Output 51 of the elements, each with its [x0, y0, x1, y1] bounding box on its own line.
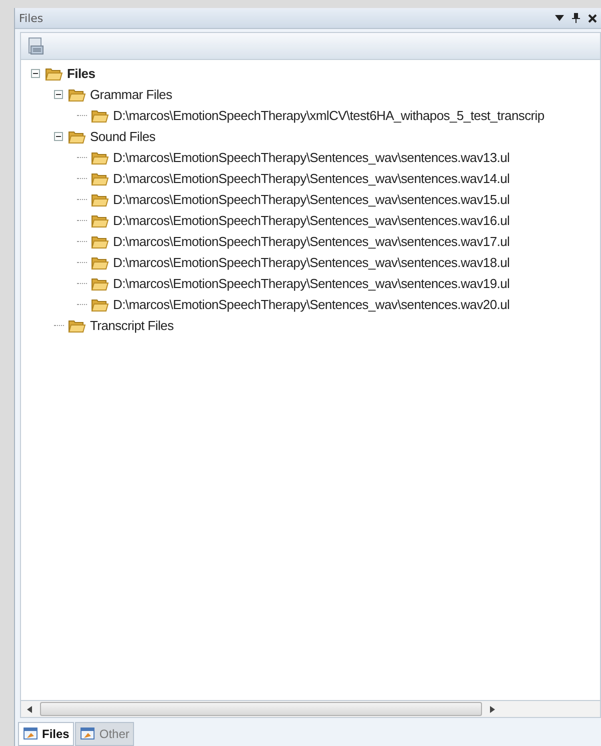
- tree-connector: [77, 241, 87, 242]
- folder-icon: [91, 298, 109, 312]
- tree-connector: [77, 157, 87, 158]
- tree-connector: [54, 325, 64, 326]
- tree-item[interactable]: Sound Files: [90, 129, 156, 144]
- tree-item[interactable]: D:\marcos\EmotionSpeechTherapy\Sentences_wav\sentences.wav18.ul: [113, 255, 510, 270]
- dropdown-icon[interactable]: [555, 15, 564, 21]
- expander-icon[interactable]: [54, 132, 63, 141]
- tree-item[interactable]: D:\marcos\EmotionSpeechTherapy\Sentences_wav\sentences.wav17.ul: [113, 234, 510, 249]
- tree-connector: [77, 115, 87, 116]
- scroll-left-icon[interactable]: [27, 706, 32, 712]
- tree-item[interactable]: Transcript Files: [90, 318, 174, 333]
- scrollbar-thumb[interactable]: [40, 702, 482, 716]
- pin-icon[interactable]: [572, 13, 580, 23]
- tree-connector: [77, 262, 87, 263]
- tree-item[interactable]: D:\marcos\EmotionSpeechTherapy\Sentences_wav\sentences.wav19.ul: [113, 276, 510, 291]
- folder-icon: [91, 256, 109, 270]
- window-icon: [23, 727, 39, 741]
- folder-icon: [45, 66, 63, 80]
- expander-icon[interactable]: [31, 69, 40, 78]
- folder-icon: [68, 318, 86, 332]
- folder-icon: [68, 88, 86, 102]
- tree-item[interactable]: Grammar Files: [90, 87, 172, 102]
- folder-icon: [91, 276, 109, 290]
- tree-item[interactable]: D:\marcos\EmotionSpeechTherapy\Sentences_wav\sentences.wav20.ul: [113, 297, 510, 312]
- scroll-right-icon[interactable]: [490, 706, 495, 712]
- window-icon: [80, 727, 96, 741]
- folder-icon: [91, 214, 109, 228]
- close-icon[interactable]: [588, 14, 597, 22]
- folder-icon: [91, 172, 109, 186]
- tree-item[interactable]: D:\marcos\EmotionSpeechTherapy\Sentences_wav\sentences.wav15.ul: [113, 192, 510, 207]
- tree-connector: [77, 283, 87, 284]
- tree-connector: [77, 304, 87, 305]
- expander-icon[interactable]: [54, 90, 63, 99]
- save-icon[interactable]: [26, 37, 44, 55]
- tree-item[interactable]: D:\marcos\EmotionSpeechTherapy\xmlCV\test6HA_withapos_5_test_transcrip: [113, 108, 544, 123]
- tree-connector: [77, 220, 87, 221]
- tree-item[interactable]: D:\marcos\EmotionSpeechTherapy\Sentences_wav\sentences.wav13.ul: [113, 150, 510, 165]
- tree-connector: [77, 178, 87, 179]
- tree-item[interactable]: D:\marcos\EmotionSpeechTherapy\Sentences_wav\sentences.wav16.ul: [113, 213, 510, 228]
- folder-icon: [91, 108, 109, 122]
- tab[interactable]: Files: [18, 722, 74, 746]
- folder-icon: [68, 130, 86, 144]
- folder-icon: [91, 192, 109, 206]
- window-title: Files: [19, 12, 44, 24]
- folder-icon: [91, 234, 109, 248]
- tree-connector: [77, 199, 87, 200]
- horizontal-scrollbar[interactable]: [20, 701, 601, 718]
- folder-icon: [91, 150, 109, 164]
- tree-item[interactable]: D:\marcos\EmotionSpeechTherapy\Sentences_wav\sentences.wav14.ul: [113, 171, 510, 186]
- tree-item[interactable]: Files: [67, 66, 96, 81]
